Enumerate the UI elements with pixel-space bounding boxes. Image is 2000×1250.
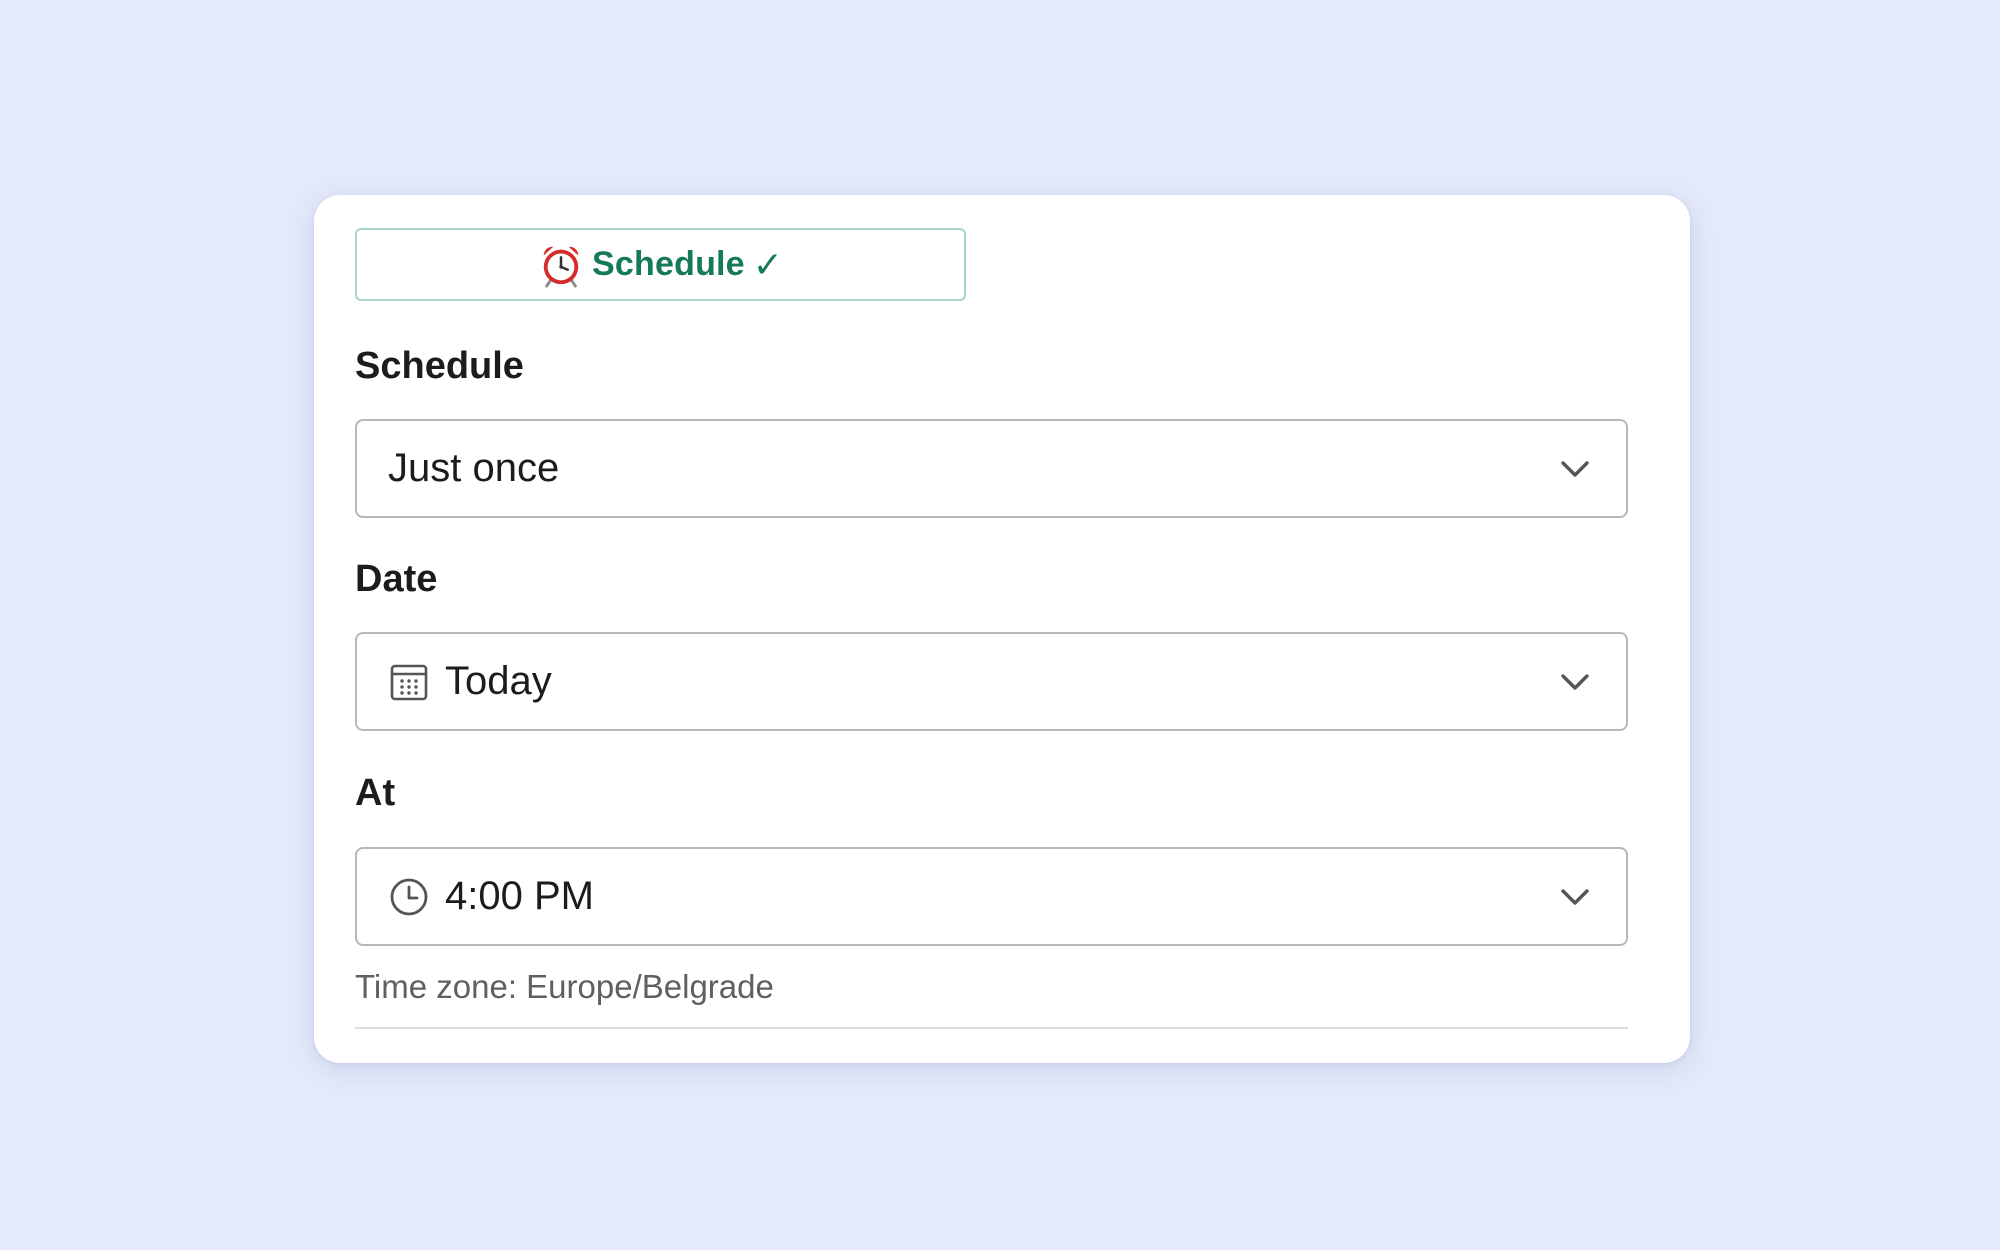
schedule-select[interactable]: Just once xyxy=(355,419,1628,518)
schedule-confirm-button[interactable]: Schedule ✓ xyxy=(355,228,966,301)
at-field-label: At xyxy=(355,772,396,814)
chevron-down-icon xyxy=(1561,673,1589,690)
date-select-value: Today xyxy=(445,659,552,703)
time-select[interactable]: 4:00 PM xyxy=(355,847,1628,946)
checkmark-icon: ✓ xyxy=(752,243,783,285)
clock-icon xyxy=(390,878,428,915)
chevron-down-icon xyxy=(1561,888,1589,905)
schedule-button-label: Schedule xyxy=(592,245,745,283)
date-field-label: Date xyxy=(355,558,438,600)
schedule-field-label: Schedule xyxy=(355,345,524,387)
chevron-down-icon xyxy=(1561,460,1589,477)
calendar-icon xyxy=(390,664,428,700)
timezone-note: Time zone: Europe/Belgrade xyxy=(355,968,774,1005)
time-select-value: 4:00 PM xyxy=(445,874,594,918)
schedule-card: Schedule ✓ Schedule Just once Date Today… xyxy=(314,195,1690,1063)
date-select[interactable]: Today xyxy=(355,632,1628,731)
schedule-select-value: Just once xyxy=(388,446,560,490)
divider xyxy=(355,1027,1628,1029)
alarm-clock-icon xyxy=(543,246,579,288)
